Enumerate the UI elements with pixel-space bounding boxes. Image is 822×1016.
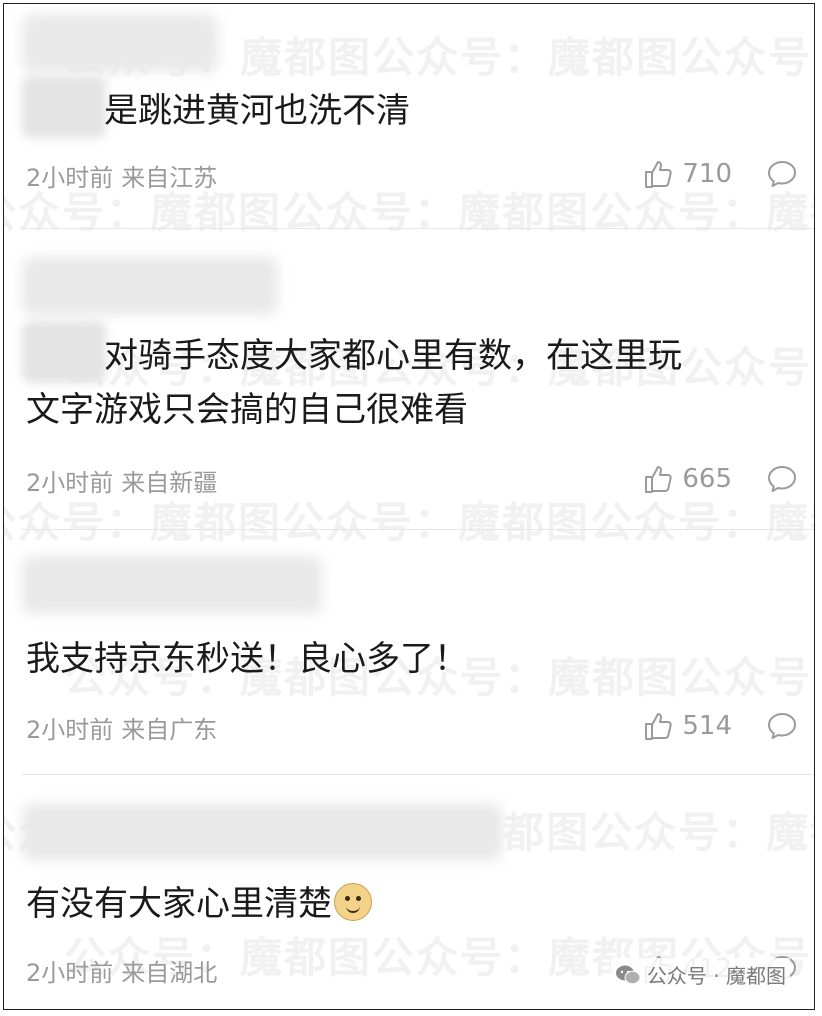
blurred-username <box>22 14 218 72</box>
comment-time: 2小时前 <box>26 164 114 192</box>
wechat-icon <box>615 965 641 984</box>
thumbs-up-icon <box>645 466 673 493</box>
comment-bubble-icon[interactable] <box>766 710 798 742</box>
comment-item: 我支持京东秒送！良心多了！ 2小时前 来自广东 514 <box>4 530 814 774</box>
comment-location: 来自江苏 <box>121 164 218 192</box>
comment-text-line: 对骑手态度大家都心里有数，在这里玩 <box>104 336 682 376</box>
comment-location: 来自湖北 <box>121 959 218 987</box>
comment-text: 是跳进黄河也洗不清 <box>104 84 784 138</box>
source-label: 公众号 · 魔都图 <box>646 964 786 988</box>
blurred-username <box>22 257 278 315</box>
like-button[interactable]: 665 <box>642 463 732 495</box>
comment-text-line: 是跳进黄河也洗不清 <box>104 91 410 131</box>
source-watermark: 公众号 · 魔都图 <box>610 958 790 991</box>
comment-time: 2小时前 <box>26 469 114 497</box>
comment-text: 我支持京东秒送！良心多了！ <box>26 632 784 686</box>
comment-meta: 2小时前 来自江苏 <box>26 158 217 193</box>
thumbs-up-icon <box>645 713 673 740</box>
comment-text-line: 文字游戏只会搞的自己很难看 <box>26 390 468 430</box>
comment-item: 是跳进黄河也洗不清 2小时前 来自江苏 710 <box>4 4 814 228</box>
comment-item: 对骑手态度大家都心里有数，在这里玩 文字游戏只会搞的自己很难看 2小时前 来自新… <box>4 229 814 529</box>
comment-list: 公众号：魔都图公众号：魔都图公众号：魔都图公众号：魔都图 公众号：魔都图公众号：… <box>3 3 815 1010</box>
comment-meta: 2小时前 来自新疆 <box>26 463 217 498</box>
comment-bubble-icon[interactable] <box>766 463 798 495</box>
comment-bubble-icon[interactable] <box>766 158 798 190</box>
comment-text-line: 我支持京东秒送！良心多了！ <box>26 639 468 679</box>
comment-text-line: 有没有大家心里清楚 <box>26 877 784 931</box>
like-button[interactable]: 710 <box>642 158 732 190</box>
comment-text: 有没有大家心里清楚 <box>26 877 784 931</box>
comment-location: 来自广东 <box>121 716 218 744</box>
doge-emoji-icon <box>334 883 372 921</box>
comment-time: 2小时前 <box>26 959 114 987</box>
comment-location: 来自新疆 <box>121 469 218 497</box>
comment-time: 2小时前 <box>26 716 114 744</box>
blurred-username <box>22 556 322 614</box>
like-button[interactable]: 514 <box>642 710 732 742</box>
thumbs-up-icon <box>645 161 673 188</box>
blurred-avatar <box>22 76 106 138</box>
comment-meta: 2小时前 来自湖北 <box>26 953 217 988</box>
comment-text: 对骑手态度大家都心里有数，在这里玩 文字游戏只会搞的自己很难看 <box>26 329 784 437</box>
comment-text-span: 有没有大家心里清楚 <box>26 884 332 924</box>
blurred-username <box>22 803 502 861</box>
like-count: 665 <box>682 464 732 494</box>
like-count: 514 <box>682 711 732 741</box>
comment-meta: 2小时前 来自广东 <box>26 710 217 745</box>
like-count: 710 <box>682 159 732 189</box>
